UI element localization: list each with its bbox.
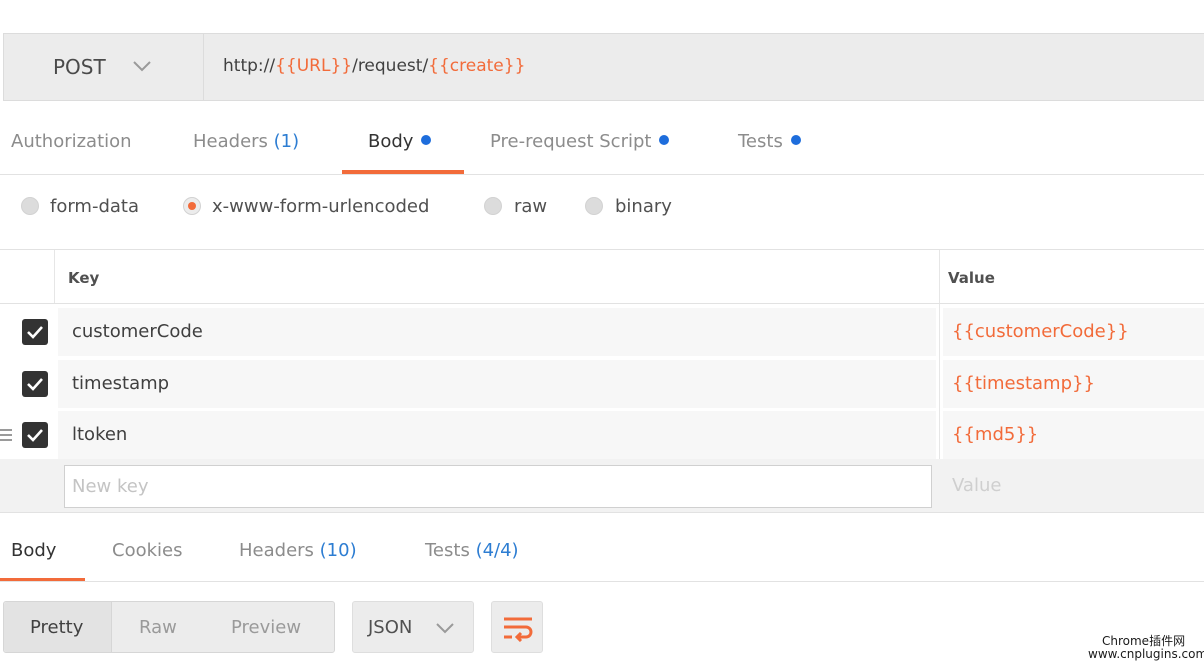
checkmark-icon: [27, 378, 43, 391]
format-select[interactable]: JSON: [352, 601, 474, 653]
radio-form-data[interactable]: [21, 197, 39, 215]
tab-label: Pre-request Script: [490, 131, 652, 152]
divider: [0, 174, 1204, 175]
divider: [0, 249, 1204, 250]
row-checkbox[interactable]: [22, 319, 48, 345]
table-row: timestamp {{timestamp}}: [0, 360, 1204, 408]
row-value: {{timestamp}}: [952, 373, 1095, 394]
tab-label: Body: [368, 131, 414, 152]
divider: [54, 250, 55, 304]
response-tab-body[interactable]: Body: [11, 540, 56, 561]
view-preview-button[interactable]: Preview: [231, 617, 301, 638]
watermark-url: www.cnplugins.com: [1088, 647, 1204, 661]
column-header-key: Key: [68, 269, 100, 287]
view-pretty-label: Pretty: [30, 617, 84, 638]
row-value: {{md5}}: [952, 424, 1039, 445]
url-variable: {{create}}: [428, 56, 526, 76]
tab-label: Headers: [193, 131, 268, 152]
wrap-lines-button[interactable]: [491, 601, 543, 653]
tab-body[interactable]: Body: [368, 131, 432, 152]
view-raw-button[interactable]: Raw: [139, 617, 177, 638]
tab-label: Authorization: [11, 131, 132, 152]
tab-count: (10): [319, 540, 357, 561]
modified-dot-icon: [421, 135, 432, 145]
response-tab-cookies[interactable]: Cookies: [112, 540, 182, 561]
table-row: customerCode {{customerCode}}: [0, 308, 1204, 356]
tab-label: Tests: [738, 131, 783, 152]
url-variable: {{URL}}: [275, 56, 353, 76]
tab-headers[interactable]: Headers (1): [193, 131, 299, 152]
chevron-down-icon: [436, 623, 454, 634]
radio-label-form-data: form-data: [50, 196, 140, 217]
url-part: /request/: [352, 56, 429, 76]
row-key: customerCode: [72, 321, 203, 342]
modified-dot-icon: [659, 135, 670, 145]
format-label: JSON: [368, 617, 413, 638]
row-key: ltoken: [72, 424, 128, 445]
column-header-value: Value: [948, 269, 995, 287]
radio-label-urlencoded: x-www-form-urlencoded: [212, 196, 430, 217]
row-checkbox[interactable]: [22, 371, 48, 397]
tab-authorization[interactable]: Authorization: [11, 131, 132, 152]
table-row: ltoken {{md5}}: [0, 411, 1204, 459]
radio-raw[interactable]: [484, 197, 502, 215]
key-cell[interactable]: [58, 411, 936, 459]
method-select[interactable]: POST: [4, 34, 204, 100]
method-label: POST: [53, 55, 106, 79]
wrap-lines-icon: [504, 617, 533, 642]
response-tab-headers[interactable]: Headers (10): [239, 540, 357, 561]
response-tab-tests[interactable]: Tests (4/4): [425, 540, 519, 561]
url-text: http://{{URL}}/request/{{create}}: [223, 56, 525, 76]
new-key-input[interactable]: [64, 465, 932, 508]
checkmark-icon: [27, 326, 43, 339]
divider: [0, 581, 1204, 582]
tab-count: (1): [273, 131, 300, 152]
radio-binary[interactable]: [585, 197, 603, 215]
row-checkbox[interactable]: [22, 422, 48, 448]
tab-pre-request-script[interactable]: Pre-request Script: [490, 131, 670, 152]
tab-label: Cookies: [112, 540, 183, 561]
url-input[interactable]: http://{{URL}}/request/{{create}}: [204, 34, 1204, 100]
tab-count: (4/4): [475, 540, 519, 561]
radio-label-raw: raw: [514, 196, 548, 217]
divider: [0, 303, 1204, 304]
url-part: http://: [223, 56, 276, 76]
key-cell[interactable]: [58, 360, 936, 408]
row-key: timestamp: [72, 373, 170, 394]
chevron-down-icon: [133, 61, 151, 72]
new-value-input[interactable]: Value: [952, 475, 1001, 496]
view-mode-group: Pretty Raw Preview: [3, 601, 335, 653]
tab-label: Body: [11, 540, 57, 561]
tab-tests[interactable]: Tests: [738, 131, 801, 152]
divider: [0, 512, 1204, 513]
tab-label: Tests: [425, 540, 470, 561]
row-value: {{customerCode}}: [952, 321, 1129, 342]
modified-dot-icon: [790, 135, 801, 145]
request-bar: POST http://{{URL}}/request/{{create}}: [3, 33, 1204, 101]
checkmark-icon: [27, 429, 43, 442]
radio-x-www-form-urlencoded[interactable]: [183, 197, 201, 215]
radio-label-binary: binary: [615, 196, 672, 217]
tab-label: Headers: [239, 540, 314, 561]
drag-handle-icon[interactable]: [0, 427, 12, 443]
